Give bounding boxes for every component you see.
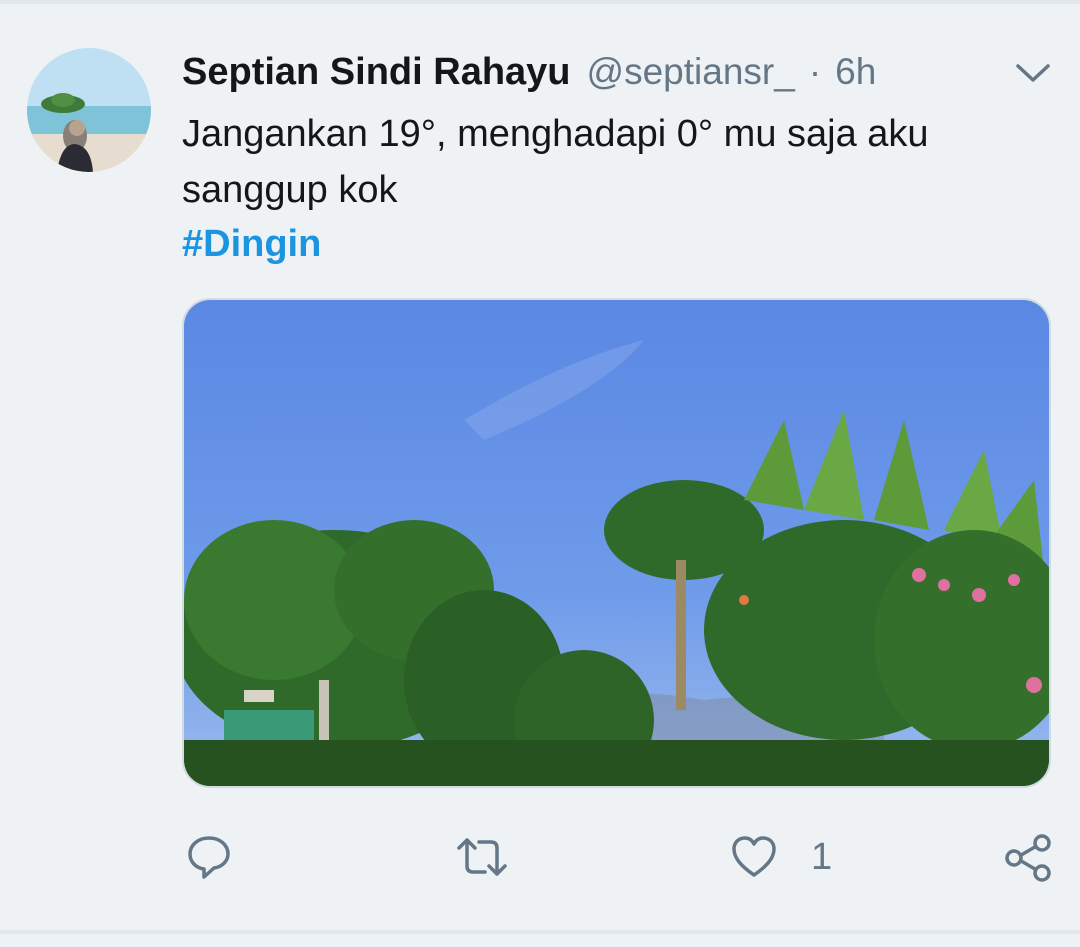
avatar-photo <box>27 48 151 172</box>
like-count: 1 <box>811 835 833 878</box>
separator-dot: · <box>808 51 822 92</box>
share-button[interactable] <box>1004 834 1052 882</box>
reply-button[interactable] <box>186 834 232 880</box>
retweet-button[interactable] <box>455 834 509 880</box>
tweet-text: Jangankan 19°, menghadapi 0° mu saja aku… <box>182 113 929 211</box>
more-options-button[interactable] <box>1010 56 1056 90</box>
author-name[interactable]: Septian Sindi Rahayu <box>182 51 571 94</box>
bottom-divider <box>0 930 1080 934</box>
heart-icon <box>732 836 776 877</box>
reply-icon <box>188 836 230 879</box>
author-handle[interactable]: @septiansr_ <box>587 51 795 93</box>
top-divider <box>0 0 1080 4</box>
tweet-time[interactable]: 6h <box>835 51 876 93</box>
retweet-icon <box>457 838 507 876</box>
media-photo <box>184 300 1049 786</box>
like-button[interactable]: 1 <box>731 834 832 880</box>
hashtag-link[interactable]: #Dingin <box>182 216 321 272</box>
share-icon <box>1005 834 1051 882</box>
avatar[interactable] <box>27 48 151 172</box>
tweet-header: Septian Sindi Rahayu @septiansr_ · 6h <box>182 48 876 96</box>
tweet-media[interactable] <box>182 298 1051 788</box>
chevron-down-icon <box>1016 64 1050 82</box>
